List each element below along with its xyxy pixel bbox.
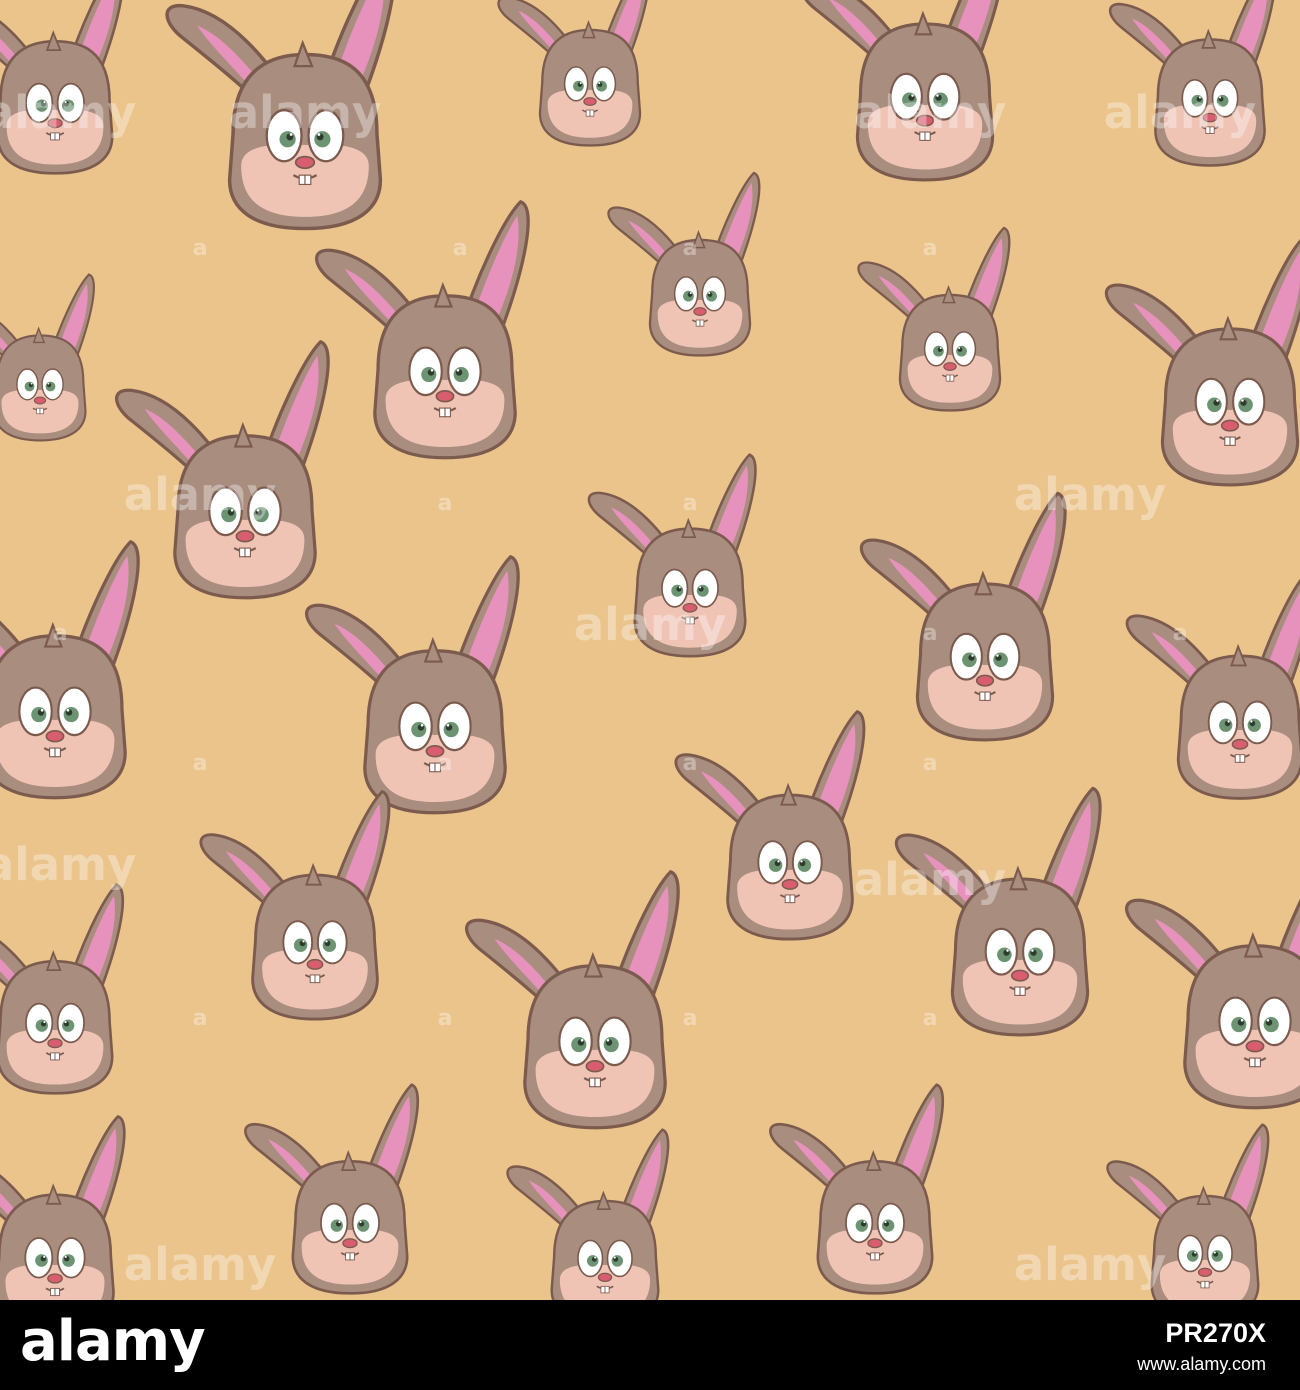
watermark-text: alamy — [124, 1238, 276, 1291]
watermark-mark: a — [453, 236, 468, 261]
watermark-text: alamy — [229, 86, 381, 139]
watermark-mark: a — [923, 621, 938, 646]
rabbit-pattern: alamy alamy alamy alamy a a a a alamy a a alamy a ala… — [0, 0, 1300, 1300]
watermark-mark: a — [438, 491, 453, 516]
watermark-mark: a — [438, 751, 453, 776]
watermark-text: alamy — [124, 468, 276, 521]
watermark-mark: a — [53, 621, 68, 646]
watermark-mark: a — [923, 236, 938, 261]
footer-bar: alamy PR270X www.alamy.com — [0, 1300, 1300, 1390]
image-id: PR270X — [1165, 1318, 1266, 1348]
watermark-text: alamy — [1014, 468, 1166, 521]
watermark-text: alamy — [0, 838, 136, 891]
watermark-mark: a — [193, 1006, 208, 1031]
watermark-text: alamy — [1104, 86, 1256, 139]
watermark-text: alamy — [854, 86, 1006, 139]
site-url: www.alamy.com — [1137, 1354, 1266, 1374]
rabbit-pattern-svg: alamy alamy alamy alamy a a a a alamy a a alamy a ala… — [0, 0, 1300, 1300]
watermark-text: alamy — [1014, 1238, 1166, 1291]
watermark-mark: a — [193, 751, 208, 776]
watermark-mark: a — [683, 1006, 698, 1031]
alamy-logo: alamy — [20, 1309, 206, 1374]
watermark-mark: a — [438, 1006, 453, 1031]
watermark-mark: a — [923, 1006, 938, 1031]
watermark-text: alamy — [574, 598, 726, 651]
watermark-mark: a — [683, 236, 698, 261]
watermark-mark: a — [1173, 621, 1188, 646]
watermark-mark: a — [923, 751, 938, 776]
watermark-text: alamy — [0, 86, 136, 139]
watermark-mark: a — [683, 751, 698, 776]
watermark-text: alamy — [854, 853, 1006, 906]
watermark-mark: a — [193, 236, 208, 261]
watermark-mark: a — [683, 491, 698, 516]
